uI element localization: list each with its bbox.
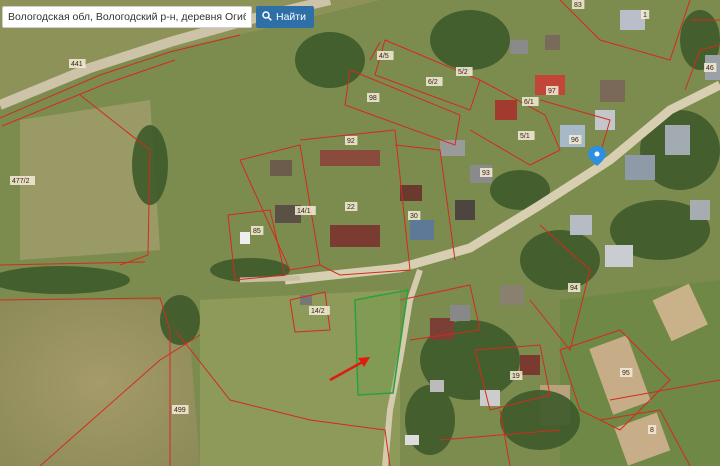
plot-number-label: 14/1 (297, 208, 311, 215)
plot-number-label: 441 (71, 61, 83, 68)
plot-number-label: 46 (706, 65, 714, 72)
search-button-label: Найти (276, 11, 306, 23)
plot-number-label: 97 (548, 88, 556, 95)
plot-number-label: 30 (410, 213, 418, 220)
plot-number-label: 95 (622, 370, 630, 377)
plot-number-label: 5/1 (520, 133, 530, 140)
plot-number-label: 4/5 (379, 53, 389, 60)
plot-number-label: 477/2 (12, 178, 30, 185)
plot-number-label: 1 (643, 12, 647, 19)
plot-number-label: 8 (650, 427, 654, 434)
plot-number-label: 6/2 (428, 79, 438, 86)
plot-number-label: 6/1 (524, 99, 534, 106)
plot-number-label: 14/2 (311, 308, 325, 315)
plot-number-label: 96 (571, 137, 579, 144)
plot-number-label: 5/2 (458, 69, 468, 76)
plot-number-label: 499 (174, 407, 186, 414)
satellite-map[interactable]: 83 1 46 441 4/5 6/2 5/2 6/1 97 98 92 5/1 96 93 477/2 14… (0, 0, 720, 466)
plot-number-label: 92 (347, 138, 355, 145)
plot-number-label: 98 (369, 95, 377, 102)
plot-number-label: 94 (570, 285, 578, 292)
plot-number-label: 93 (482, 170, 490, 177)
search-input[interactable] (2, 6, 252, 28)
search-bar: Найти (2, 6, 314, 28)
search-button[interactable]: Найти (256, 6, 314, 28)
plot-number-label: 83 (574, 2, 582, 9)
plot-number-label: 22 (347, 204, 355, 211)
search-icon (262, 10, 272, 24)
plot-number-label: 19 (512, 373, 520, 380)
plot-number-label: 85 (253, 228, 261, 235)
